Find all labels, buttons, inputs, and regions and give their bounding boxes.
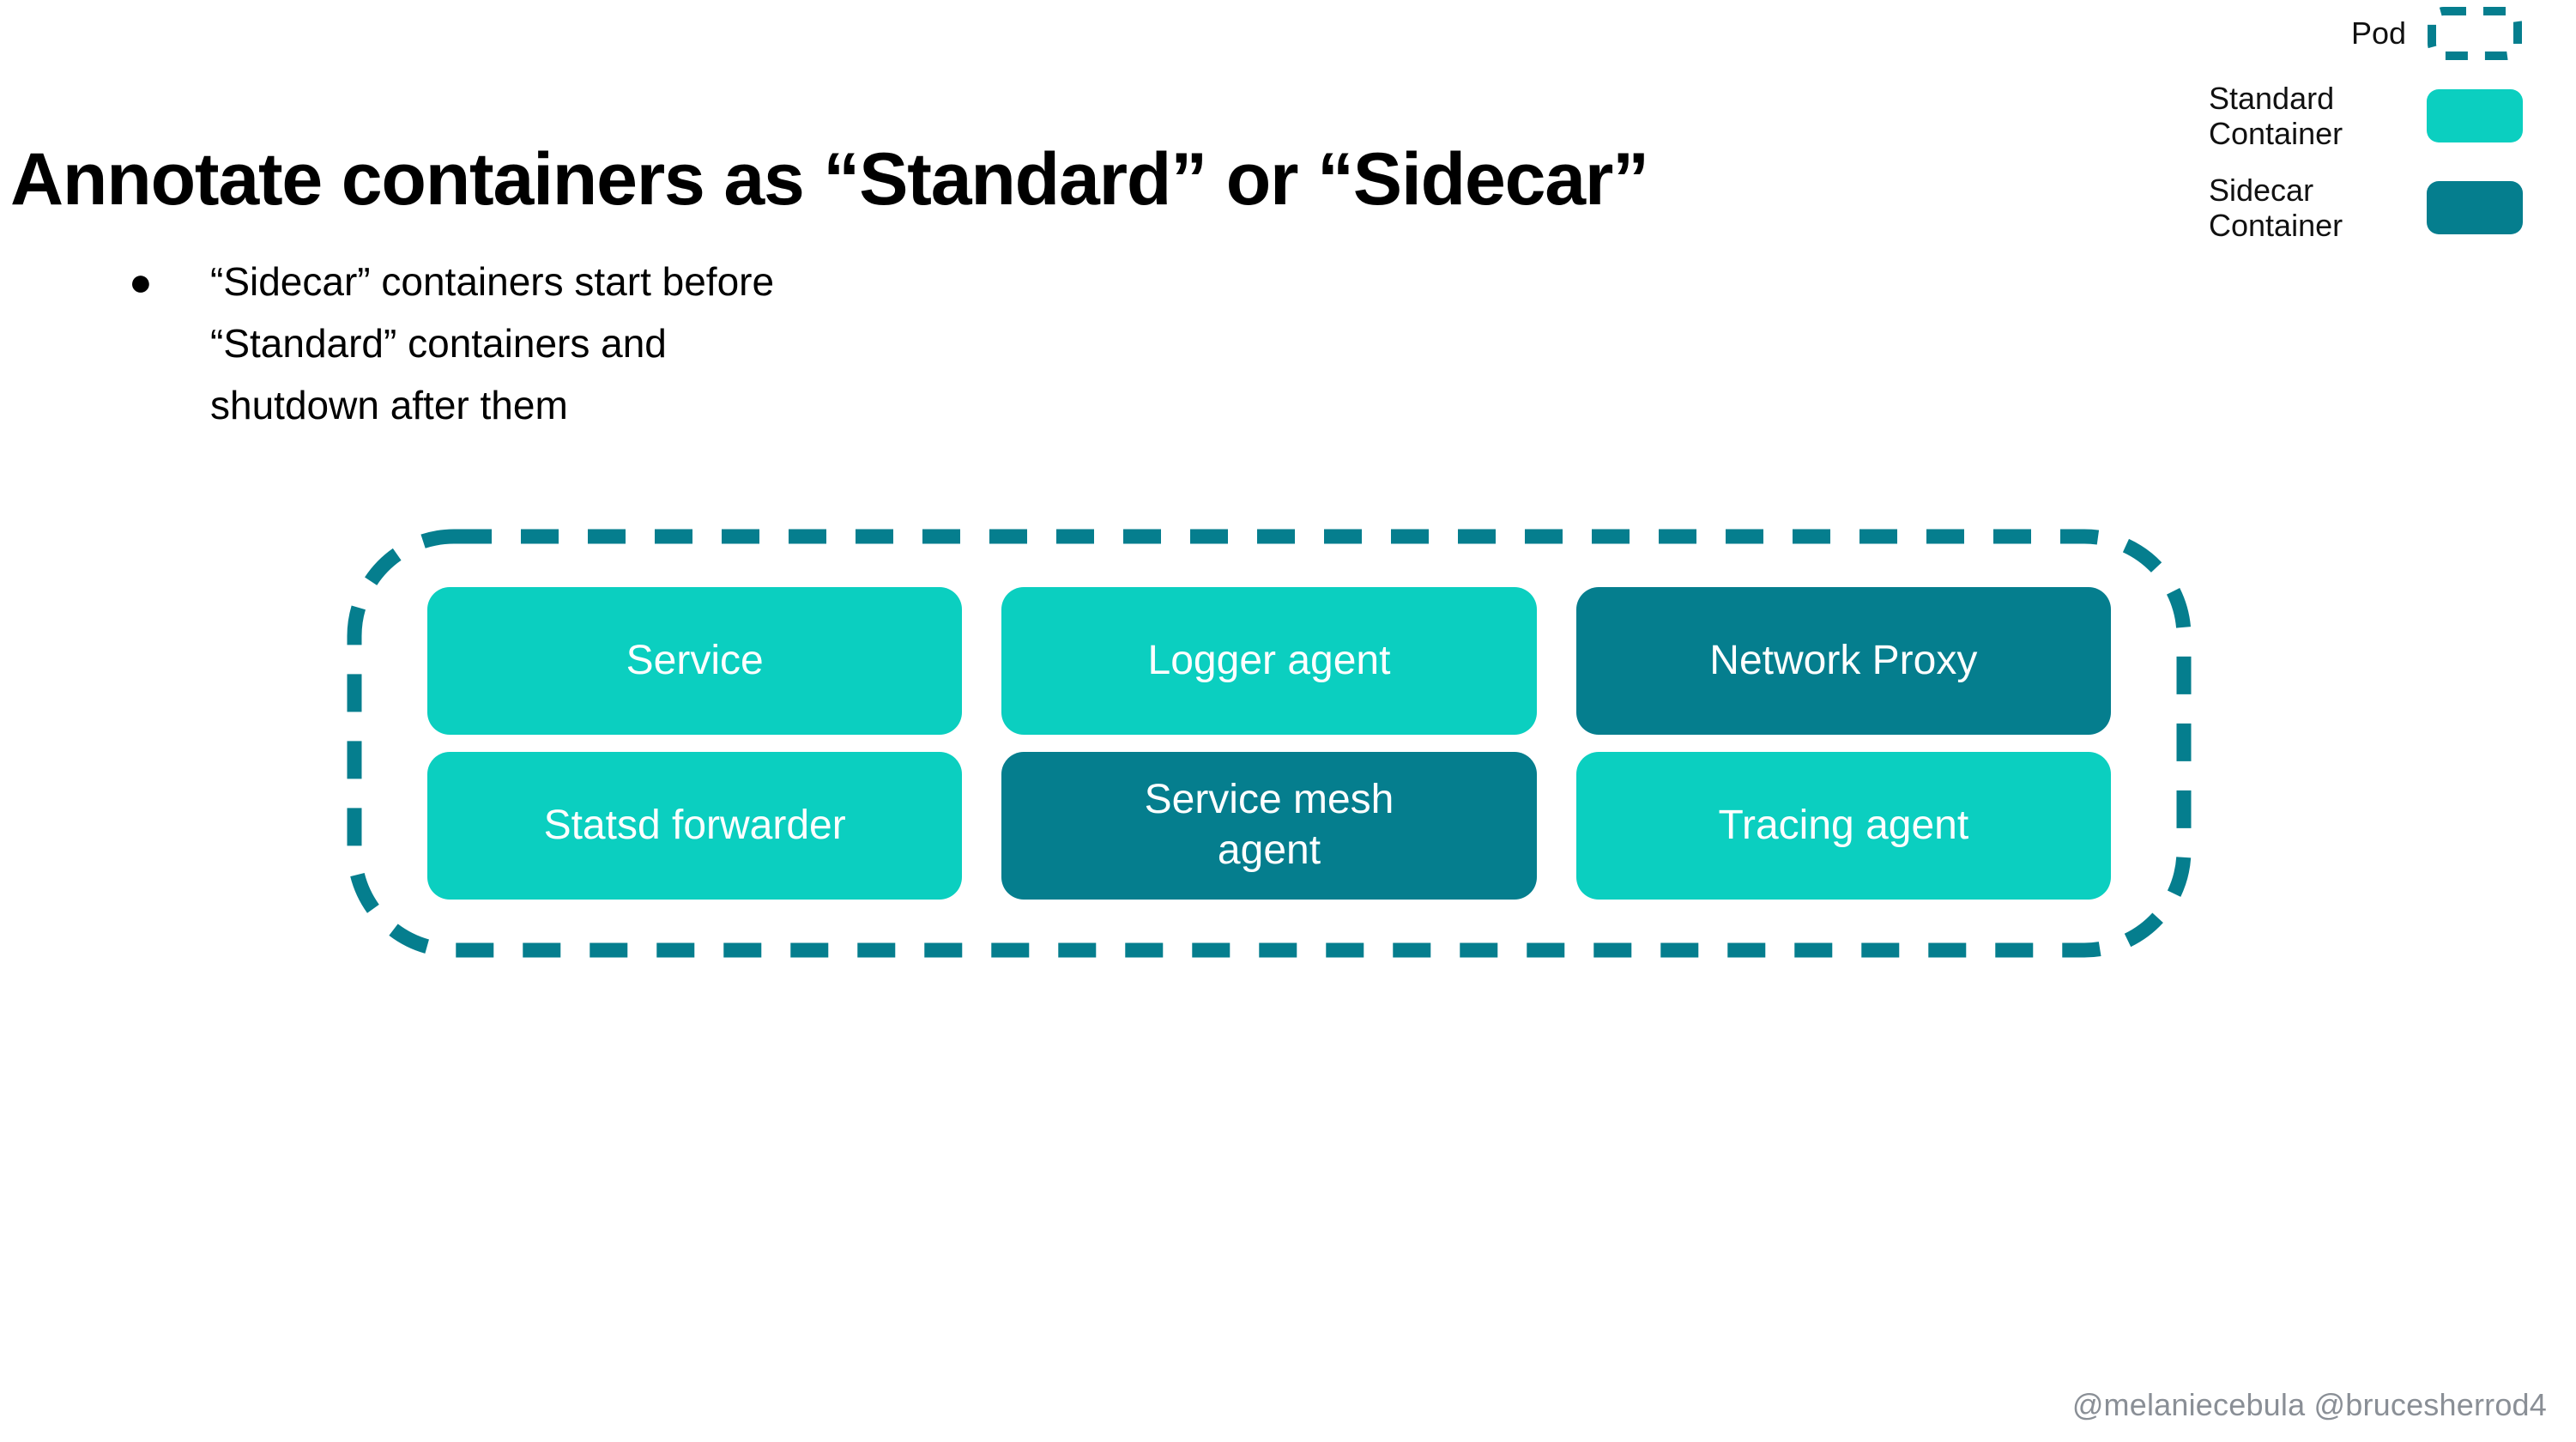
bullet-line: “Sidecar” containers start before (210, 259, 775, 304)
legend-label-line: Standard (2209, 81, 2335, 116)
bullet-text: “Sidecar” containers start before “Stand… (210, 251, 1047, 436)
legend-item-sidecar-container: Sidecar Container (2145, 173, 2523, 244)
bullet-marker-icon: ● (129, 259, 153, 304)
container-box-statsd-forwarder[interactable]: Statsd forwarder (427, 752, 963, 900)
container-box-label: Service mesh agent (1144, 777, 1394, 873)
bullet-list: ● “Sidecar” containers start before “Sta… (103, 251, 1047, 436)
list-item: ● “Sidecar” containers start before “Sta… (103, 251, 1047, 436)
footer-handles: @melaniecebula @brucesherrod4 (2071, 1387, 2547, 1422)
bullet-line: “Standard” containers and (210, 321, 667, 366)
container-box-label: Network Proxy (1709, 637, 1978, 683)
page-title: Annotate containers as “Standard” or “Si… (10, 137, 1649, 221)
sidecar-container-swatch-icon (2427, 181, 2523, 235)
slide-canvas: Annotate containers as “Standard” or “Si… (0, 0, 2576, 1442)
legend-label-sidecar-container: Sidecar Container (2209, 173, 2406, 244)
container-box-label: Service (626, 637, 764, 683)
legend-item-pod: Pod (2145, 7, 2523, 60)
container-box-logger-agent[interactable]: Logger agent (1001, 587, 1537, 735)
pod-outline-swatch-icon (2427, 7, 2523, 60)
bullet-line: shutdown after them (210, 383, 568, 427)
legend-label-line: Container (2209, 208, 2343, 244)
container-box-label: Logger agent (1147, 637, 1391, 683)
pod-diagram: Service Logger agent Network Proxy Stats… (347, 529, 2192, 958)
container-box-service-mesh-agent[interactable]: Service mesh agent (1001, 752, 1537, 900)
container-box-service[interactable]: Service (427, 587, 963, 735)
legend-item-standard-container: Standard Container (2145, 81, 2523, 152)
legend-label-standard-container: Standard Container (2209, 81, 2406, 152)
standard-container-swatch-icon (2427, 89, 2523, 143)
legend-label-line: Container (2209, 116, 2343, 152)
legend-label-pod: Pod (2209, 15, 2406, 51)
legend-label-line: Sidecar (2209, 172, 2314, 208)
container-grid: Service Logger agent Network Proxy Stats… (347, 529, 2192, 958)
container-box-tracing-agent[interactable]: Tracing agent (1575, 752, 2111, 900)
container-box-label: Statsd forwarder (543, 802, 846, 848)
container-box-label: Tracing agent (1718, 802, 1969, 848)
legend-label-line: Pod (2350, 15, 2406, 52)
legend: Pod Standard Container Sidecar Container (2145, 7, 2523, 264)
container-box-network-proxy[interactable]: Network Proxy (1575, 587, 2111, 735)
